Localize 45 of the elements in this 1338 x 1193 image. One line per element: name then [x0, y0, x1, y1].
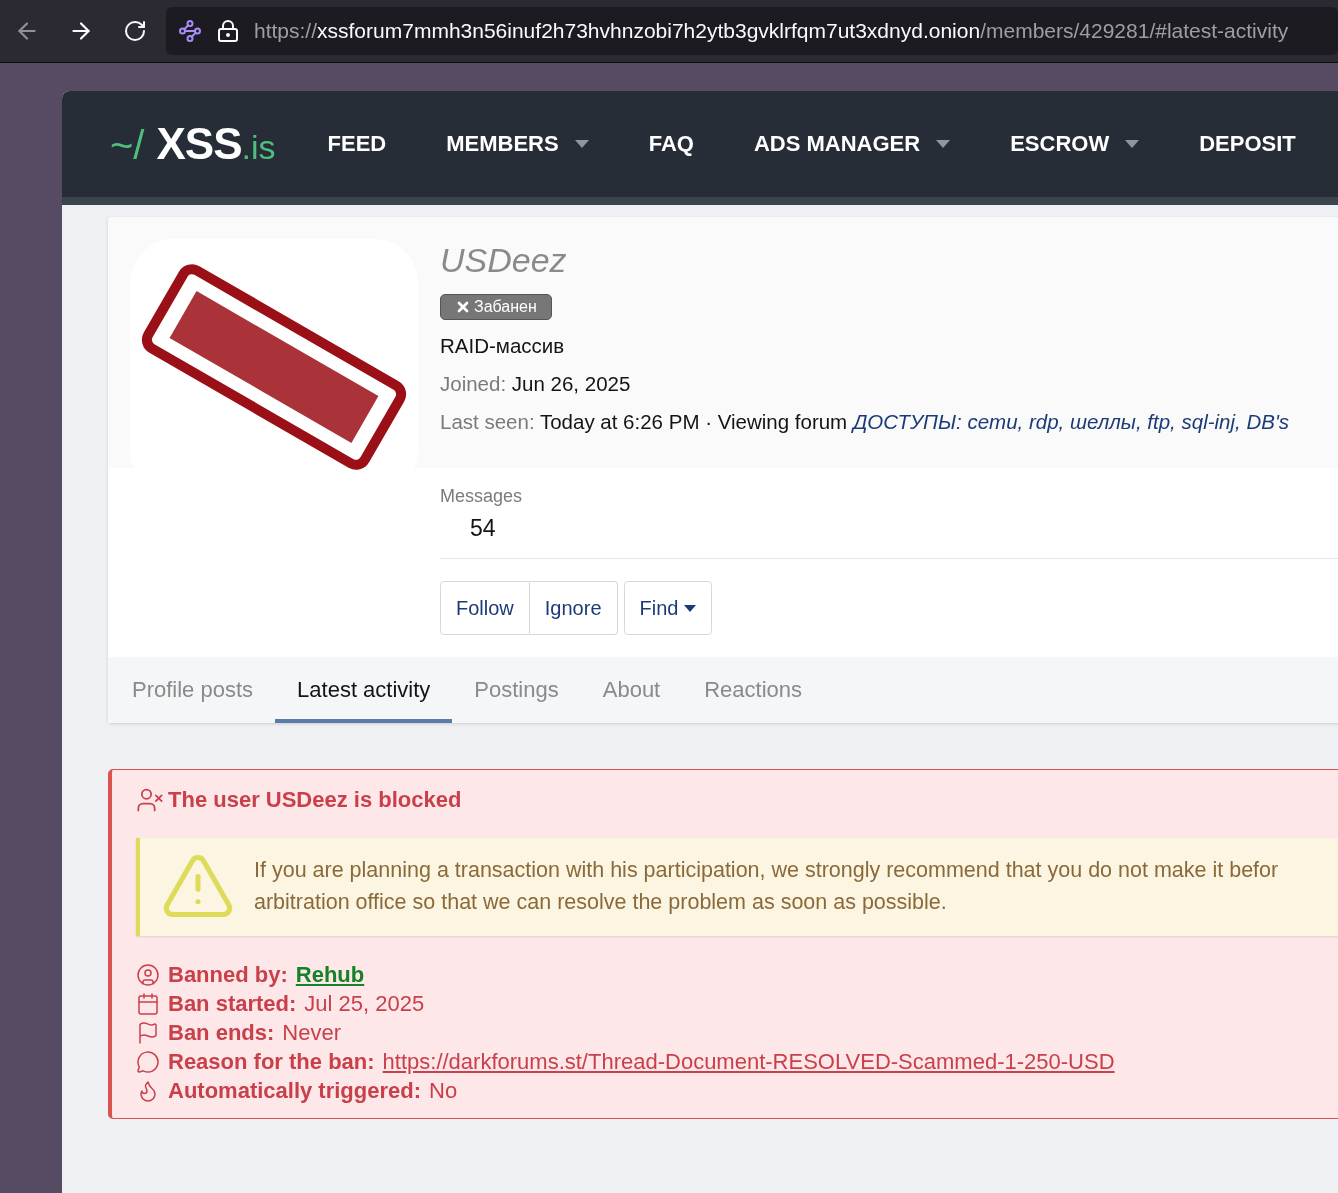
profile-tab[interactable]: Latest activity	[275, 657, 453, 723]
speech-bubble-icon	[136, 1050, 160, 1074]
detail-label: Banned by:	[168, 962, 288, 988]
detail-label: Automatically triggered:	[168, 1078, 422, 1104]
detail-value: Jul 25, 2025	[304, 991, 425, 1017]
warning-text: If you are planning a transaction with his participation, we strongly recommend that you do not make it befor arbitration office so that we can resolve the problem as soon as possible.	[254, 857, 1279, 916]
close-icon	[455, 299, 471, 315]
circuit-icon[interactable]	[178, 19, 202, 43]
joined-date: Joined: Jun 26, 2025	[440, 372, 631, 396]
detail-value: Never	[282, 1020, 342, 1046]
nav-link[interactable]: FEED	[327, 131, 387, 157]
nav-link[interactable]: DEPOSIT	[1199, 131, 1296, 157]
user-x-icon	[136, 786, 164, 814]
nav-link[interactable]: MEMBERS	[446, 131, 589, 157]
profile-button[interactable]: Find	[623, 581, 713, 635]
username: USDeez	[440, 241, 567, 280]
flag-icon	[136, 1021, 160, 1045]
detail-label: Ban ends:	[168, 1020, 275, 1046]
stat-value[interactable]: 54	[470, 515, 1338, 542]
calendar-icon	[136, 992, 160, 1016]
caret-icon	[1125, 140, 1140, 148]
notice-title: The user USDeez is blocked	[168, 787, 462, 813]
last-seen-text: Last seen: Today at 6:26 PM · Viewing forum ДОСТУПЫ: cemu, rdp, шеллы, ftp, sql-inj, DB's	[440, 410, 1290, 434]
site-logo[interactable]: ~/ XSS.is	[110, 119, 276, 169]
url-text: https://xssforum7mmh3n56inuf2h73hvhnzobi7h2ytb3gvklrfqm7ut3xdnyd.onion/members/429281/#latest-activity	[254, 19, 1289, 43]
profile-button[interactable]: Follow	[440, 581, 530, 635]
lock-icon[interactable]	[216, 19, 240, 43]
nav-link[interactable]: FAQ	[648, 131, 694, 157]
caret-icon	[936, 140, 951, 148]
reason-link[interactable]: https://darkforums.st/Thread-Document-RESOLVED-Scammed-1-250-USD	[382, 1049, 1115, 1075]
profile-button[interactable]: Ignore	[529, 581, 618, 635]
caret-icon	[574, 140, 589, 148]
detail-label: Reason for the ban:	[168, 1049, 375, 1075]
banned-badge: Забанен	[440, 294, 552, 320]
detail-label: Ban started:	[168, 991, 297, 1017]
user-link[interactable]: Rehub	[295, 962, 365, 988]
nav-link[interactable]: ADS MANAGER	[753, 131, 951, 157]
user-title: RAID-массив	[440, 334, 565, 358]
nav-link[interactable]: ESCROW	[1010, 131, 1140, 157]
reload-icon[interactable]	[123, 19, 147, 43]
stat-label: Messages	[440, 486, 524, 507]
caret-icon	[684, 604, 697, 612]
detail-value: No	[429, 1078, 458, 1104]
address-bar[interactable]: https://xssforum7mmh3n56inuf2h73hvhnzobi7h2ytb3gvklrfqm7ut3xdnyd.onion/members/429281/#latest-activity	[166, 7, 1338, 55]
user-circle-icon	[136, 963, 160, 987]
